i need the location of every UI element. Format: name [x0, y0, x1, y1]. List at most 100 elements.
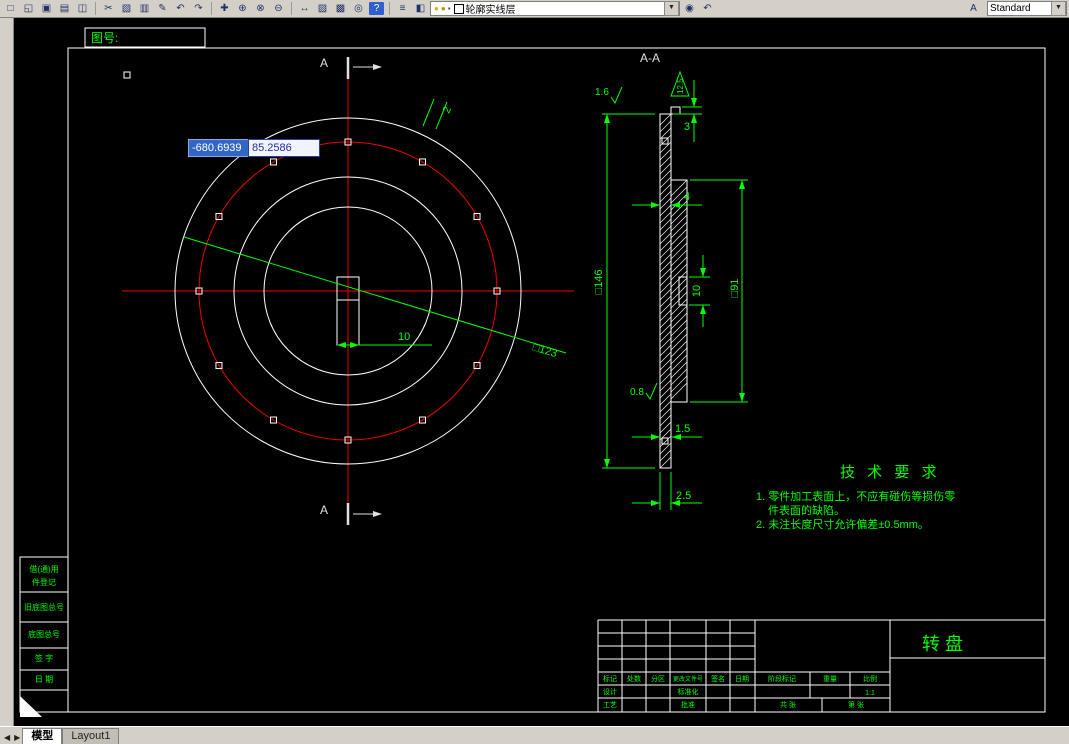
text-style-combo[interactable]: Standard ▼ [987, 1, 1067, 16]
tech-req-line2: 件表面的缺陷。 [768, 503, 845, 517]
tb-design: 设计 [603, 687, 617, 696]
dim-bottom-thickness: 2.5 [676, 490, 691, 502]
section-letter-top: A [320, 56, 328, 70]
distance-button[interactable]: ↔ [296, 1, 313, 16]
mg-row1b: 件登记 [32, 577, 56, 587]
mg-row2: 旧底图总号 [24, 602, 64, 612]
mg-row3: 底图总号 [28, 629, 60, 639]
front-view[interactable] [122, 64, 574, 516]
tech-req-title: 技 术 要 求 [840, 464, 941, 481]
toolbar-separator [95, 2, 96, 15]
layer-states-button[interactable]: ◧ [412, 1, 429, 16]
pan-button[interactable]: ✚ [216, 1, 233, 16]
paste-button[interactable]: ▥ [136, 1, 153, 16]
copy-button[interactable]: ▧ [118, 1, 135, 16]
tab-layout1[interactable]: Layout1 [62, 728, 120, 744]
layers-button[interactable]: ≡ [394, 1, 411, 16]
layer-freeze-icon: ● [440, 4, 446, 13]
tech-req-line3: 2. 未注长度尺寸允许偏差±0.5mm。 [756, 517, 929, 531]
drawing-number-box[interactable]: 图号: [84, 27, 206, 48]
toolbar-separator [211, 2, 212, 15]
match-properties-button[interactable]: ✎ [154, 1, 171, 16]
layer-on-icon: ● [434, 4, 439, 13]
tb-sheets-total: 共 张 [780, 700, 796, 709]
list-button[interactable]: ▩ [332, 1, 349, 16]
make-object-layer-current-button[interactable]: ◉ [681, 1, 698, 16]
redo-button[interactable]: ↷ [190, 1, 207, 16]
coord-x-input[interactable]: -680.6939 [188, 139, 250, 157]
tech-req-line1: 1. 零件加工表面上，不应有碰伤等损伤零 [756, 489, 955, 503]
left-toolbar-strip [0, 17, 14, 727]
section-letter-bottom: A [320, 503, 328, 517]
title-block-grid [597, 619, 1045, 712]
save-button[interactable]: ▣ [38, 1, 55, 16]
section-view-label: A-A [640, 51, 660, 65]
roughness-flag: 12.5 [676, 78, 685, 94]
margin-table-labels: 借(通)用 件登记 旧底图总号 底图总号 签 字 日 期 [24, 564, 64, 684]
tb-count: 处数 [627, 674, 641, 683]
tb-stage: 阶段标记 [768, 674, 796, 683]
zoom-previous-button[interactable]: ⊖ [270, 1, 287, 16]
technical-requirements[interactable]: 技 术 要 求 1. 零件加工表面上，不应有碰伤等损伤零 件表面的缺陷。 2. … [756, 464, 955, 531]
toolbar-separator [291, 2, 292, 15]
part-name: 转盘 [922, 634, 968, 654]
open-button[interactable]: ◱ [20, 1, 37, 16]
dim-bolt-circle-diameter: □123 [531, 341, 558, 360]
help-button[interactable]: ? [368, 1, 385, 16]
roughness-top: 1.6 [595, 87, 609, 98]
mg-row5: 日 期 [35, 675, 53, 684]
text-style-button[interactable]: A [965, 1, 982, 16]
toolbar-separator [389, 2, 390, 15]
tb-weight: 重量 [823, 675, 837, 683]
tb-change-doc: 更改文件号 [673, 675, 703, 683]
tab-model[interactable]: 模型 [22, 728, 63, 744]
coord-y-input[interactable]: 85.2586 [248, 139, 320, 157]
layer-previous-button[interactable]: ↶ [699, 1, 716, 16]
zoom-window-button[interactable]: ⊗ [252, 1, 269, 16]
tb-zone: 分区 [651, 674, 665, 683]
autocad-window: 图号: □123 10 2 A A A-A □146 □91 10 4 3 1.… [0, 0, 1069, 744]
ucs-icon [20, 696, 42, 717]
grip-point[interactable] [123, 71, 131, 79]
roughness-side: 0.8 [630, 387, 644, 398]
cut-button[interactable]: ✂ [100, 1, 117, 16]
mg-row4: 签 字 [35, 653, 53, 663]
tab-nav-right-icon[interactable]: ▶ [12, 733, 22, 744]
tb-mark: 标记 [603, 674, 617, 683]
tb-scale-value: 1:1 [865, 690, 875, 697]
layer-combo[interactable]: ● ● ▪ 轮廓实线层 ▼ [430, 1, 680, 16]
area-button[interactable]: ▨ [314, 1, 331, 16]
tb-process: 工艺 [603, 701, 617, 709]
tab-nav-left-icon[interactable]: ◀ [2, 733, 12, 744]
print-preview-button[interactable]: ◫ [74, 1, 91, 16]
dim-outer-size: □146 [593, 270, 605, 295]
tb-approve: 批准 [681, 700, 695, 709]
layer-color-swatch [453, 3, 464, 14]
zoom-realtime-button[interactable]: ⊕ [234, 1, 251, 16]
top-toolbar: □ ◱ ▣ ▤ ◫ ✂ ▧ ▥ ✎ ↶ ↷ ✚ ⊕ ⊗ ⊖ ↔ ▨ ▩ ◎ ? … [0, 0, 1069, 18]
dim-step-height: 3 [684, 121, 690, 133]
mg-row1a: 借(通)用 [29, 564, 58, 574]
dim-hub-size: □91 [729, 279, 741, 298]
locate-point-button[interactable]: ◎ [350, 1, 367, 16]
new-button[interactable]: □ [2, 1, 19, 16]
dim-web-thickness: 4 [684, 191, 690, 203]
tb-date: 日期 [735, 675, 749, 683]
tb-sign: 签名 [711, 674, 725, 683]
drawing-canvas[interactable]: 图号: □123 10 2 A A A-A □146 □91 10 4 3 1.… [0, 0, 1069, 744]
dim-keyway-width: 10 [398, 331, 410, 343]
section-hatch [659, 113, 688, 469]
tb-scale-label: 比例 [863, 674, 877, 683]
text-style-combo-dropdown-icon[interactable]: ▼ [1051, 1, 1066, 16]
tb-standardize: 标准化 [678, 687, 699, 696]
layer-lock-icon: ▪ [447, 4, 451, 13]
undo-button[interactable]: ↶ [172, 1, 189, 16]
tb-sheet-no: 第 张 [848, 700, 864, 709]
plot-button[interactable]: ▤ [56, 1, 73, 16]
text-style-combo-value: Standard [990, 3, 1031, 14]
dim-keyway-depth: 10 [691, 285, 703, 297]
section-keyway [678, 276, 688, 306]
layer-combo-dropdown-icon[interactable]: ▼ [664, 1, 679, 16]
dim-lip: 1.5 [675, 423, 690, 435]
layer-combo-value: 轮廓实线层 [465, 5, 516, 16]
